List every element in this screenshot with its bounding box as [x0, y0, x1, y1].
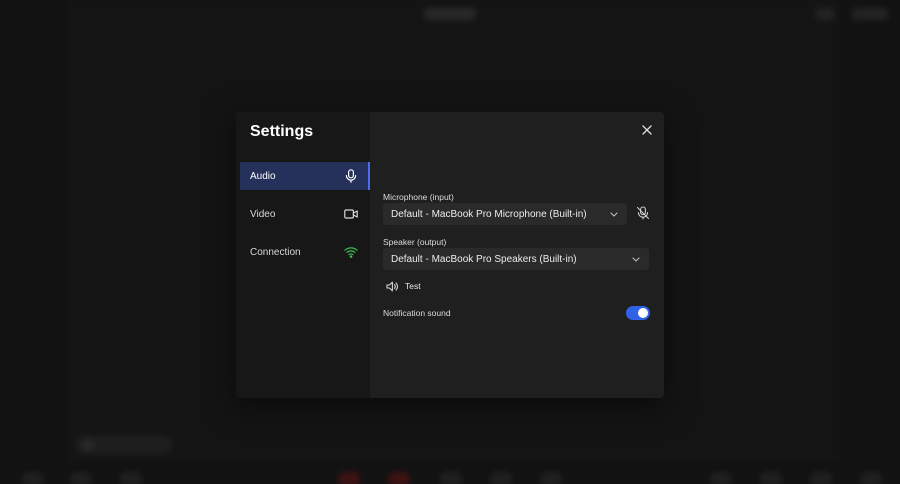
chevron-down-icon: [609, 209, 619, 219]
wifi-icon: [344, 245, 358, 259]
sidebar-item-label: Connection: [250, 246, 301, 258]
microphone-off-icon: [636, 206, 650, 220]
speaker-label: Speaker (output): [383, 237, 447, 247]
video-camera-icon: [344, 207, 358, 221]
settings-sidebar: Settings Audio Video Connection: [236, 112, 370, 398]
notification-sound-label: Notification sound: [383, 308, 451, 318]
test-speaker-button[interactable]: Test: [386, 278, 421, 294]
sidebar-item-audio[interactable]: Audio: [240, 162, 370, 190]
microphone-label: Microphone (input): [383, 192, 454, 202]
dialog-title: Settings: [250, 123, 314, 140]
settings-dialog: Settings Audio Video Connection Micropho…: [236, 112, 664, 398]
sidebar-item-video[interactable]: Video: [240, 200, 368, 228]
speaker-select[interactable]: Default - MacBook Pro Speakers (Built-in…: [383, 248, 649, 270]
sidebar-item-connection[interactable]: Connection: [240, 238, 368, 266]
chevron-down-icon: [631, 254, 641, 264]
speaker-icon: [386, 281, 398, 291]
close-icon: [642, 125, 652, 135]
sidebar-item-label: Video: [250, 208, 276, 220]
sidebar-item-label: Audio: [250, 170, 276, 182]
speaker-select-value: Default - MacBook Pro Speakers (Built-in…: [391, 253, 577, 265]
microphone-icon: [344, 169, 358, 183]
microphone-select[interactable]: Default - MacBook Pro Microphone (Built-…: [383, 203, 627, 225]
toggle-knob: [638, 308, 648, 318]
close-button[interactable]: [640, 123, 654, 137]
test-button-label: Test: [405, 281, 421, 291]
mute-microphone-button[interactable]: [634, 204, 652, 222]
notification-sound-toggle[interactable]: [626, 306, 650, 320]
microphone-select-value: Default - MacBook Pro Microphone (Built-…: [391, 208, 587, 220]
app-window: Settings Audio Video Connection Micropho…: [0, 0, 900, 484]
